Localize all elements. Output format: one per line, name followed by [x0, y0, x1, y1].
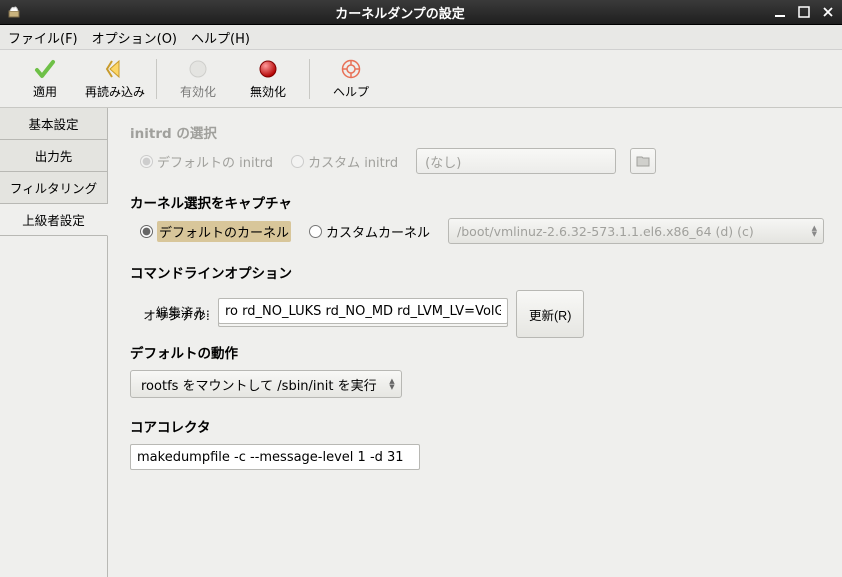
initrd-default-label: デフォルトの initrd: [157, 152, 273, 171]
enable-button: 有効化: [163, 53, 233, 105]
initrd-custom-label: カスタム initrd: [308, 152, 398, 171]
disable-label: 無効化: [250, 83, 286, 100]
help-label: ヘルプ: [333, 83, 369, 100]
close-button[interactable]: [820, 6, 836, 18]
kernel-custom-radio-input[interactable]: [309, 225, 322, 238]
initrd-custom-radio-input: [291, 155, 304, 168]
collector-field[interactable]: [130, 444, 420, 470]
menu-file[interactable]: ファイル(F): [8, 28, 78, 47]
initrd-default-radio: デフォルトの initrd: [140, 152, 273, 171]
reload-icon: [103, 57, 127, 81]
initrd-title: initrd の選択: [130, 122, 824, 142]
default-action-value: rootfs をマウントして /sbin/init を実行: [141, 375, 377, 394]
initrd-browse-button: [630, 148, 656, 174]
kernel-path-combo: /boot/vmlinuz-2.6.32-573.1.1.el6.x86_64 …: [448, 218, 824, 244]
enable-label: 有効化: [180, 83, 216, 100]
app-icon: [6, 4, 22, 20]
minimize-button[interactable]: [772, 6, 788, 18]
menubar: ファイル(F) オプション(O) ヘルプ(H): [0, 25, 842, 50]
tab-basic[interactable]: 基本設定: [0, 108, 108, 140]
kernel-default-radio-input[interactable]: [140, 225, 153, 238]
reload-button[interactable]: 再読み込み: [80, 53, 150, 105]
toolbar: 適用 再読み込み 有効化 無効化 ヘルプ: [0, 50, 842, 108]
reload-label: 再読み込み: [85, 83, 145, 100]
apply-icon: [33, 57, 57, 81]
toolbar-separator: [156, 59, 157, 99]
workarea: 基本設定 出力先 フィルタリング 上級者設定 initrd の選択 デフォルトの…: [0, 108, 842, 577]
kernel-default-label: デフォルトのカーネル: [157, 221, 291, 242]
maximize-button[interactable]: [796, 6, 812, 18]
kernel-title: カーネル選択をキャプチャ: [130, 192, 824, 212]
kernel-path-value: /boot/vmlinuz-2.6.32-573.1.1.el6.x86_64 …: [457, 224, 754, 239]
tabs: 基本設定 出力先 フィルタリング 上級者設定: [0, 108, 108, 577]
tab-filter[interactable]: フィルタリング: [0, 172, 108, 204]
tab-output[interactable]: 出力先: [0, 140, 108, 172]
toolbar-separator: [309, 59, 310, 99]
initrd-path-field: (なし): [416, 148, 616, 174]
folder-icon: [636, 155, 650, 167]
menu-options[interactable]: オプション(O): [92, 28, 177, 47]
titlebar: カーネルダンプの設定: [0, 0, 842, 25]
window-title: カーネルダンプの設定: [28, 3, 772, 22]
initrd-custom-radio: カスタム initrd: [291, 152, 398, 171]
initrd-default-radio-input: [140, 155, 153, 168]
disable-button[interactable]: 無効化: [233, 53, 303, 105]
cmdline-edit-label: 編集済み:: [130, 302, 210, 321]
updown-icon: ▲▼: [812, 225, 817, 237]
refresh-button[interactable]: 更新(R): [516, 290, 584, 338]
default-action-combo[interactable]: rootfs をマウントして /sbin/init を実行 ▲▼: [130, 370, 402, 398]
collector-title: コアコレクタ: [130, 416, 824, 436]
apply-label: 適用: [33, 83, 57, 100]
menu-help[interactable]: ヘルプ(H): [191, 28, 250, 47]
help-button[interactable]: ヘルプ: [316, 53, 386, 105]
disable-icon: [256, 57, 280, 81]
cmdline-edit-field[interactable]: [218, 298, 508, 324]
updown-icon: ▲▼: [389, 378, 394, 390]
kernel-custom-radio[interactable]: カスタムカーネル: [309, 222, 430, 241]
apply-button[interactable]: 適用: [10, 53, 80, 105]
default-action-title: デフォルトの動作: [130, 342, 824, 362]
enable-icon: [186, 57, 210, 81]
cmdline-title: コマンドラインオプション: [130, 262, 824, 282]
kernel-default-radio[interactable]: デフォルトのカーネル: [140, 221, 291, 242]
tab-advanced[interactable]: 上級者設定: [0, 204, 108, 236]
initrd-path-value: (なし): [425, 152, 461, 171]
kernel-custom-label: カスタムカーネル: [326, 222, 430, 241]
tab-content-advanced: initrd の選択 デフォルトの initrd カスタム initrd (なし…: [108, 108, 842, 577]
help-icon: [339, 57, 363, 81]
